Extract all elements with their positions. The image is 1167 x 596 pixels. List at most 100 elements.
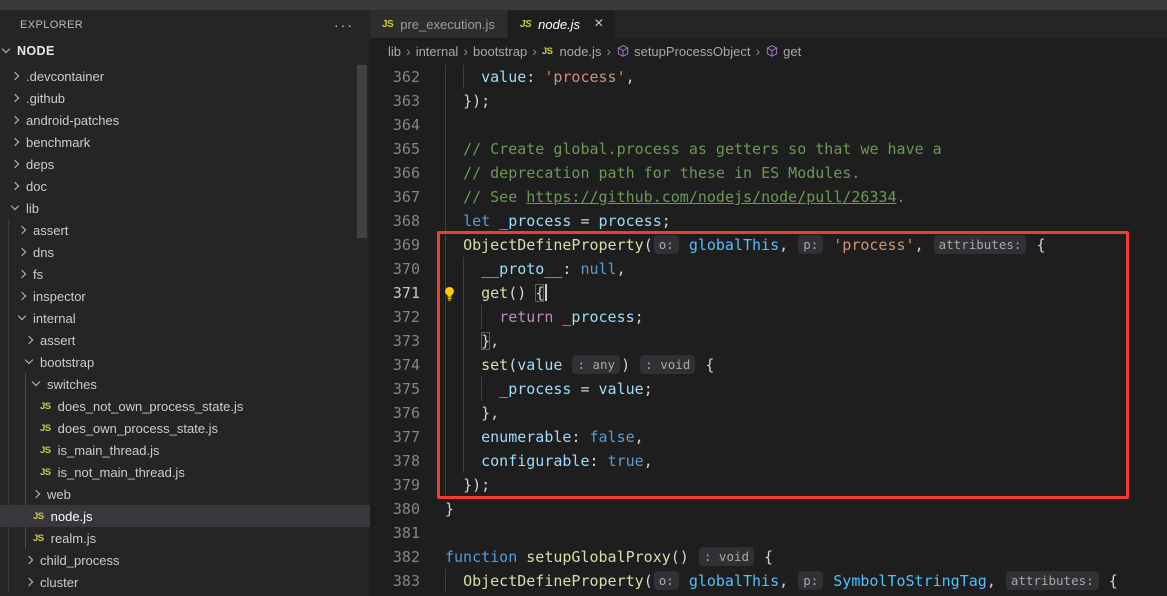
line-number: 379 bbox=[370, 473, 420, 497]
breadcrumb-item-bootstrap[interactable]: bootstrap bbox=[473, 44, 527, 59]
code-line-380[interactable]: 380} bbox=[370, 497, 1167, 521]
code-line-373[interactable]: 373 }, bbox=[370, 329, 1167, 353]
code-line-382[interactable]: 382function setupGlobalProxy() : void { bbox=[370, 545, 1167, 569]
tree-item-assert[interactable]: assert bbox=[0, 329, 370, 351]
tree-item-does_not_own_process_state.js[interactable]: JSdoes_not_own_process_state.js bbox=[0, 395, 370, 417]
breadcrumb-item-get[interactable]: get bbox=[765, 44, 801, 59]
chevron-right-icon bbox=[11, 72, 19, 80]
breadcrumb-item-internal[interactable]: internal bbox=[416, 44, 459, 59]
code-line-text: } bbox=[445, 497, 454, 521]
code-line-376[interactable]: 376 }, bbox=[370, 401, 1167, 425]
indent-guide bbox=[463, 281, 464, 305]
js-file-icon: JS bbox=[40, 423, 51, 434]
code-line-369[interactable]: 369 ObjectDefineProperty(o: globalThis, … bbox=[370, 233, 1167, 257]
tab-node.js[interactable]: JSnode.js× bbox=[508, 10, 617, 38]
breadcrumb-item-lib[interactable]: lib bbox=[388, 44, 401, 59]
tree-item-label: is_not_main_thread.js bbox=[58, 465, 185, 480]
line-number: 366 bbox=[370, 161, 420, 185]
line-number: 382 bbox=[370, 545, 420, 569]
sidebar-scrollbar[interactable] bbox=[357, 65, 367, 238]
code-line-text: // deprecation path for these in ES Modu… bbox=[445, 161, 860, 185]
breadcrumb-item-node.js[interactable]: JSnode.js bbox=[542, 44, 602, 59]
tree-item-switches[interactable]: switches bbox=[0, 373, 370, 395]
tree-item-bootstrap[interactable]: bootstrap bbox=[0, 351, 370, 373]
code-line-370[interactable]: 370 __proto__: null, bbox=[370, 257, 1167, 281]
code-line-text: value: 'process', bbox=[445, 65, 635, 89]
tree-item-does_own_process_state.js[interactable]: JSdoes_own_process_state.js bbox=[0, 417, 370, 439]
line-number: 364 bbox=[370, 113, 420, 137]
code-line-374[interactable]: 374 set(value : any) : void { bbox=[370, 353, 1167, 377]
line-number: 375 bbox=[370, 377, 420, 401]
tree-item-.github[interactable]: .github bbox=[0, 87, 370, 109]
code-line-381[interactable]: 381 bbox=[370, 521, 1167, 545]
code-line-371[interactable]: 371 get() { bbox=[370, 281, 1167, 305]
indent-guide bbox=[463, 377, 464, 401]
code-line-text: ObjectDefineProperty(o: globalThis, p: S… bbox=[445, 569, 1118, 593]
tree-item-node.js[interactable]: JSnode.js bbox=[0, 505, 370, 527]
tree-item-.devcontainer[interactable]: .devcontainer bbox=[0, 65, 370, 87]
tree-item-cluster[interactable]: cluster bbox=[0, 571, 370, 593]
tree-item-is_not_main_thread.js[interactable]: JSis_not_main_thread.js bbox=[0, 461, 370, 483]
chevron-right-icon bbox=[18, 226, 26, 234]
workspace-root-node[interactable]: NODE bbox=[0, 40, 370, 62]
code-line-383[interactable]: 383 ObjectDefineProperty(o: globalThis, … bbox=[370, 569, 1167, 593]
code-line-text: return _process; bbox=[445, 305, 644, 329]
chevron-down-icon bbox=[32, 378, 40, 386]
indent-guide bbox=[445, 233, 446, 257]
code-line-366[interactable]: 366 // deprecation path for these in ES … bbox=[370, 161, 1167, 185]
tree-item-label: benchmark bbox=[26, 135, 90, 150]
tree-item-assert[interactable]: assert bbox=[0, 219, 370, 241]
tree-item-lib[interactable]: lib bbox=[0, 197, 370, 219]
tree-item-benchmark[interactable]: benchmark bbox=[0, 131, 370, 153]
breadcrumb-item-label: lib bbox=[388, 44, 401, 59]
tree-item-inspector[interactable]: inspector bbox=[0, 285, 370, 307]
chevron-down-icon bbox=[25, 356, 33, 364]
tree-item-child_process[interactable]: child_process bbox=[0, 549, 370, 571]
symbol-method-icon bbox=[765, 44, 779, 58]
tree-item-label: does_not_own_process_state.js bbox=[58, 399, 244, 414]
code-line-379[interactable]: 379 }); bbox=[370, 473, 1167, 497]
tree-item-label: lib bbox=[26, 201, 39, 216]
tree-item-android-patches[interactable]: android-patches bbox=[0, 109, 370, 131]
tree-item-dns[interactable]: dns bbox=[0, 241, 370, 263]
indent-guide bbox=[463, 65, 464, 89]
close-icon[interactable]: × bbox=[594, 16, 603, 32]
tree-item-label: node.js bbox=[51, 509, 93, 524]
explorer-header: EXPLORER ··· bbox=[0, 10, 370, 40]
more-actions-icon[interactable]: ··· bbox=[334, 17, 354, 33]
chevron-right-icon bbox=[25, 578, 33, 586]
tree-item-label: dns bbox=[33, 245, 54, 260]
code-line-367[interactable]: 367 // See https://github.com/nodejs/nod… bbox=[370, 185, 1167, 209]
code-line-372[interactable]: 372 return _process; bbox=[370, 305, 1167, 329]
code-line-377[interactable]: 377 enumerable: false, bbox=[370, 425, 1167, 449]
line-number: 381 bbox=[370, 521, 420, 545]
code-line-362[interactable]: 362 value: 'process', bbox=[370, 65, 1167, 89]
breadcrumb-item-setupprocessobject[interactable]: setupProcessObject bbox=[616, 44, 750, 59]
tree-item-doc[interactable]: doc bbox=[0, 175, 370, 197]
tree-item-fs[interactable]: fs bbox=[0, 263, 370, 285]
tree-item-realm.js[interactable]: JSrealm.js bbox=[0, 527, 370, 549]
tree-item-label: deps bbox=[26, 157, 54, 172]
js-file-icon: JS bbox=[382, 19, 393, 30]
tab-pre_execution.js[interactable]: JSpre_execution.js bbox=[370, 10, 508, 38]
tree-item-deps[interactable]: deps bbox=[0, 153, 370, 175]
code-line-364[interactable]: 364 bbox=[370, 113, 1167, 137]
line-number: 378 bbox=[370, 449, 420, 473]
lightbulb-icon[interactable] bbox=[442, 285, 457, 301]
code-editor[interactable]: 362 value: 'process',363 });364365 // Cr… bbox=[370, 64, 1167, 596]
code-line-375[interactable]: 375 _process = value; bbox=[370, 377, 1167, 401]
tree-item-web[interactable]: web bbox=[0, 483, 370, 505]
code-line-365[interactable]: 365 // Create global.process as getters … bbox=[370, 137, 1167, 161]
code-line-363[interactable]: 363 }); bbox=[370, 89, 1167, 113]
explorer-title: EXPLORER bbox=[20, 19, 83, 31]
code-line-368[interactable]: 368 let _process = process; bbox=[370, 209, 1167, 233]
tree-item-internal[interactable]: internal bbox=[0, 307, 370, 329]
chevron-right-icon bbox=[11, 116, 19, 124]
code-line-378[interactable]: 378 configurable: true, bbox=[370, 449, 1167, 473]
code-line-text: ObjectDefineProperty(o: globalThis, p: '… bbox=[445, 233, 1045, 257]
indent-guide bbox=[445, 449, 446, 473]
tree-item-label: doc bbox=[26, 179, 47, 194]
tree-item-is_main_thread.js[interactable]: JSis_main_thread.js bbox=[0, 439, 370, 461]
indent-guide bbox=[445, 353, 446, 377]
breadcrumb: lib›internal›bootstrap›JSnode.js›setupPr… bbox=[370, 38, 1167, 64]
